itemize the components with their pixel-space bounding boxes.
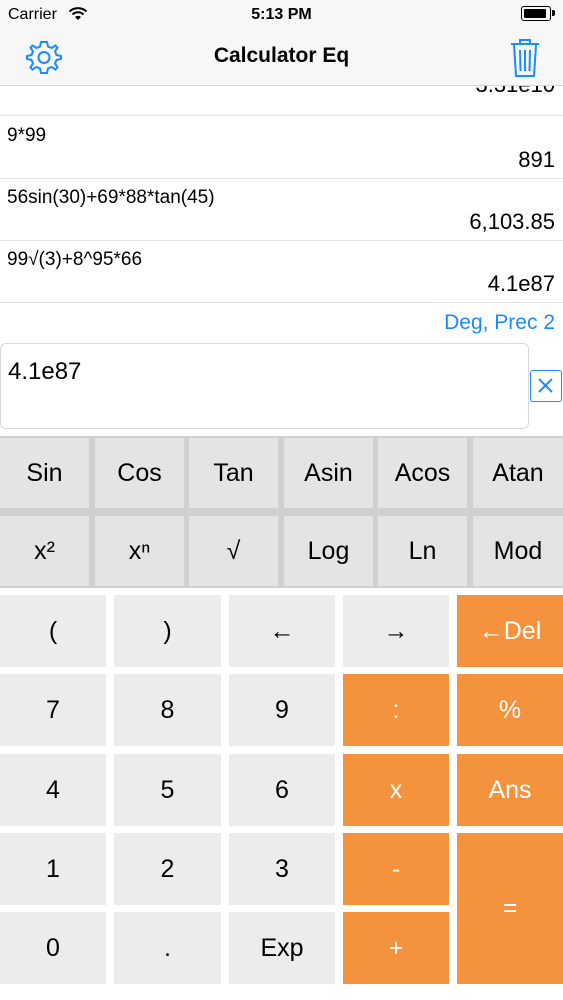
key-1[interactable]: 1 [0, 833, 106, 905]
history-row[interactable]: 9*99 891 [0, 117, 563, 179]
history-result: 6,103.85 [469, 209, 555, 234]
key-8[interactable]: 8 [114, 674, 221, 746]
key-answer[interactable]: Ans [457, 754, 563, 826]
trash-icon [511, 39, 539, 77]
key-exponent[interactable]: Exp [229, 912, 335, 984]
history-row[interactable]: 99√(3)+8^95*66 4.1e87 [0, 241, 563, 303]
key-percent[interactable]: % [457, 674, 563, 746]
key-6[interactable]: 6 [229, 754, 335, 826]
expression-input-value: 4.1e87 [8, 358, 82, 385]
key-log[interactable]: Log [284, 516, 373, 586]
key-5[interactable]: 5 [114, 754, 221, 826]
clear-input-button[interactable] [530, 370, 562, 402]
clear-history-button[interactable] [509, 37, 541, 79]
key-open-paren[interactable]: ( [0, 595, 106, 667]
close-icon [538, 378, 553, 393]
key-delete[interactable]: ←Del [457, 595, 563, 667]
key-mod[interactable]: Mod [473, 516, 563, 586]
status-bar: Carrier 5:13 PM [0, 0, 563, 30]
key-square[interactable]: x² [0, 516, 89, 586]
key-0[interactable]: 0 [0, 912, 106, 984]
history-result: 4.1e87 [487, 271, 555, 296]
history-result: 891 [518, 147, 555, 172]
history-row-partial[interactable] [0, 86, 563, 116]
key-equals[interactable]: = [457, 833, 563, 984]
key-close-paren[interactable]: ) [114, 595, 221, 667]
mode-settings-link[interactable]: Deg, Prec 2 [444, 311, 555, 335]
key-ln[interactable]: Ln [378, 516, 467, 586]
key-cursor-right[interactable]: → [343, 595, 449, 667]
history-list[interactable]: 3.31e10 9*99 891 56sin(30)+69*88*tan(45)… [0, 86, 563, 306]
key-sqrt[interactable]: √ [189, 516, 278, 586]
key-cos[interactable]: Cos [95, 438, 184, 508]
key-asin[interactable]: Asin [284, 438, 373, 508]
key-power[interactable]: xⁿ [95, 516, 184, 586]
key-7[interactable]: 7 [0, 674, 106, 746]
expression-input[interactable]: 4.1e87 [0, 343, 529, 429]
key-acos[interactable]: Acos [378, 438, 467, 508]
page-title: Calculator Eq [213, 44, 350, 67]
key-atan[interactable]: Atan [473, 438, 563, 508]
history-expression: 9*99 [7, 125, 47, 146]
history-expression: 99√(3)+8^95*66 [7, 249, 143, 270]
keypad: Sin Cos Tan Asin Acos Atan x² xⁿ √ Log L… [0, 436, 563, 1000]
key-tan[interactable]: Tan [189, 438, 278, 508]
key-9[interactable]: 9 [229, 674, 335, 746]
key-divide[interactable]: : [343, 674, 449, 746]
key-3[interactable]: 3 [229, 833, 335, 905]
history-expression: 56sin(30)+69*88*tan(45) [7, 187, 215, 208]
status-time: 5:13 PM [251, 6, 312, 23]
key-cursor-left[interactable]: ← [229, 595, 335, 667]
navigation-bar: Calculator Eq [0, 30, 563, 86]
key-multiply[interactable]: x [343, 754, 449, 826]
key-subtract[interactable]: - [343, 833, 449, 905]
history-row[interactable]: 56sin(30)+69*88*tan(45) 6,103.85 [0, 179, 563, 241]
key-add[interactable]: + [343, 912, 449, 984]
key-decimal[interactable]: . [114, 912, 221, 984]
battery-icon [521, 6, 555, 21]
key-2[interactable]: 2 [114, 833, 221, 905]
key-sin[interactable]: Sin [0, 438, 89, 508]
key-4[interactable]: 4 [0, 754, 106, 826]
